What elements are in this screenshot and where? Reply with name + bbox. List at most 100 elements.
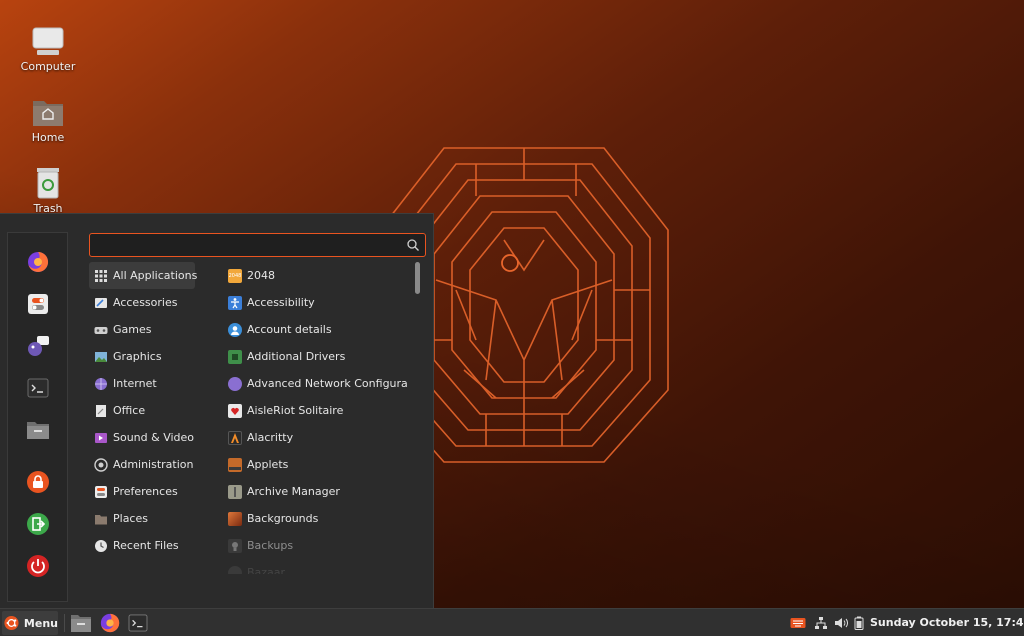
tray-battery[interactable] xyxy=(851,615,867,631)
desktop-home[interactable]: Home xyxy=(8,95,88,144)
desktop-home-label: Home xyxy=(31,131,65,144)
menu-button[interactable]: Menu xyxy=(2,611,58,635)
app-account-details[interactable]: Account details xyxy=(223,316,409,343)
category-administration[interactable]: Administration xyxy=(89,451,195,478)
favorite-logout[interactable] xyxy=(24,510,52,538)
cards-icon xyxy=(228,403,242,418)
archive-icon xyxy=(228,484,242,499)
application-list: 2048 2048 Accessibility Account details … xyxy=(223,262,409,574)
logout-icon xyxy=(27,513,49,535)
category-games[interactable]: Games xyxy=(89,316,195,343)
category-places[interactable]: Places xyxy=(89,505,195,532)
category-label: Recent Files xyxy=(113,539,179,552)
favorite-firefox[interactable] xyxy=(24,248,52,276)
grid-icon xyxy=(95,269,107,282)
desktop-trash[interactable]: Trash xyxy=(8,166,88,215)
app-label: Applets xyxy=(247,458,289,471)
favorite-settings[interactable] xyxy=(24,290,52,318)
preferences-icon xyxy=(95,485,107,498)
image-icon xyxy=(95,351,107,362)
app-label: Backgrounds xyxy=(247,512,319,525)
category-label: Games xyxy=(113,323,152,336)
search-input[interactable] xyxy=(96,237,396,253)
taskbar-launcher-terminal[interactable] xyxy=(127,612,149,634)
category-internet[interactable]: Internet xyxy=(89,370,195,397)
chip-icon xyxy=(228,349,242,364)
category-label: Places xyxy=(113,512,148,525)
app-alacritty[interactable]: Alacritty xyxy=(223,424,409,451)
lock-screen-icon xyxy=(27,471,49,493)
terminal-icon xyxy=(128,614,148,632)
settings-toggle-icon xyxy=(28,294,48,314)
app-advanced-network-configuration[interactable]: Advanced Network Configura… xyxy=(223,370,409,397)
app-2048[interactable]: 2048 2048 xyxy=(223,262,409,289)
menu-button-label: Menu xyxy=(23,616,58,630)
category-label: Internet xyxy=(113,377,157,390)
app-aisleriot-solitaire[interactable]: AisleRiot Solitaire xyxy=(223,397,409,424)
category-all-applications[interactable]: All Applications xyxy=(89,262,197,289)
category-preferences[interactable]: Preferences xyxy=(89,478,195,505)
clock[interactable]: Sunday October 15, 17:43:20 xyxy=(870,616,1024,629)
taskbar-launcher-files[interactable] xyxy=(70,612,92,634)
files-icon xyxy=(71,615,91,632)
category-label: Accessories xyxy=(113,296,178,309)
category-office[interactable]: Office xyxy=(89,397,195,424)
app-label: Accessibility xyxy=(247,296,315,309)
category-list: All Applications Accessories Games Graph… xyxy=(89,262,197,559)
terminal-icon xyxy=(27,378,49,398)
account-icon xyxy=(228,322,242,337)
home-folder-icon xyxy=(31,95,65,129)
favorite-power[interactable] xyxy=(24,552,52,580)
app-backgrounds[interactable]: Backgrounds xyxy=(223,505,409,532)
app-label: Account details xyxy=(247,323,332,336)
app-label: Alacritty xyxy=(247,431,294,444)
volume-icon xyxy=(835,618,848,628)
category-label: Sound & Video xyxy=(113,431,195,444)
favorite-pidgin[interactable] xyxy=(24,332,52,360)
app-archive-manager[interactable]: Archive Manager xyxy=(223,478,409,505)
app-bazaar[interactable]: Bazaar xyxy=(223,559,409,574)
bazaar-icon xyxy=(228,565,242,574)
trash-icon xyxy=(31,166,65,200)
app-label: AisleRiot Solitaire xyxy=(247,404,344,417)
category-accessories[interactable]: Accessories xyxy=(89,289,195,316)
app-applets[interactable]: Applets xyxy=(223,451,409,478)
firefox-icon xyxy=(100,613,120,633)
favorite-lock-screen[interactable] xyxy=(24,468,52,496)
desktop-computer-label: Computer xyxy=(20,60,76,73)
network-icon xyxy=(815,617,827,629)
clock-icon xyxy=(95,539,107,552)
app-label: Advanced Network Configura… xyxy=(247,377,409,390)
taskbar-launcher-firefox[interactable] xyxy=(99,612,121,634)
favorite-terminal[interactable] xyxy=(24,374,52,402)
app-label: Additional Drivers xyxy=(247,350,346,363)
tray-network[interactable] xyxy=(813,615,829,631)
tray-keyboard[interactable] xyxy=(790,615,806,631)
category-label: Office xyxy=(113,404,146,417)
category-label: Preferences xyxy=(113,485,178,498)
gear-icon xyxy=(94,457,108,472)
search-field[interactable] xyxy=(89,233,426,257)
app-list-scrollbar[interactable] xyxy=(415,262,420,294)
category-label: Graphics xyxy=(113,350,162,363)
computer-icon xyxy=(31,24,65,58)
accessories-icon xyxy=(95,297,107,308)
power-icon xyxy=(27,555,49,577)
backups-icon xyxy=(228,538,242,553)
ubuntu-logo-icon xyxy=(4,615,19,631)
app-accessibility[interactable]: Accessibility xyxy=(223,289,409,316)
category-graphics[interactable]: Graphics xyxy=(89,343,195,370)
application-menu: All Applications Accessories Games Graph… xyxy=(0,213,434,608)
desktop-computer[interactable]: Computer xyxy=(8,24,88,73)
category-sound-video[interactable]: Sound & Video xyxy=(89,424,195,451)
app-additional-drivers[interactable]: Additional Drivers xyxy=(223,343,409,370)
taskbar: Menu Sunday October 15, 17:43:20 xyxy=(0,608,1024,636)
category-label: Administration xyxy=(113,458,194,471)
favorite-files[interactable] xyxy=(24,416,52,444)
tray-volume[interactable] xyxy=(833,615,849,631)
taskbar-separator xyxy=(64,614,65,632)
app-backups[interactable]: Backups xyxy=(223,532,409,559)
category-recent-files[interactable]: Recent Files xyxy=(89,532,195,559)
2048-icon: 2048 xyxy=(228,268,242,283)
favorites-bar xyxy=(7,232,68,602)
